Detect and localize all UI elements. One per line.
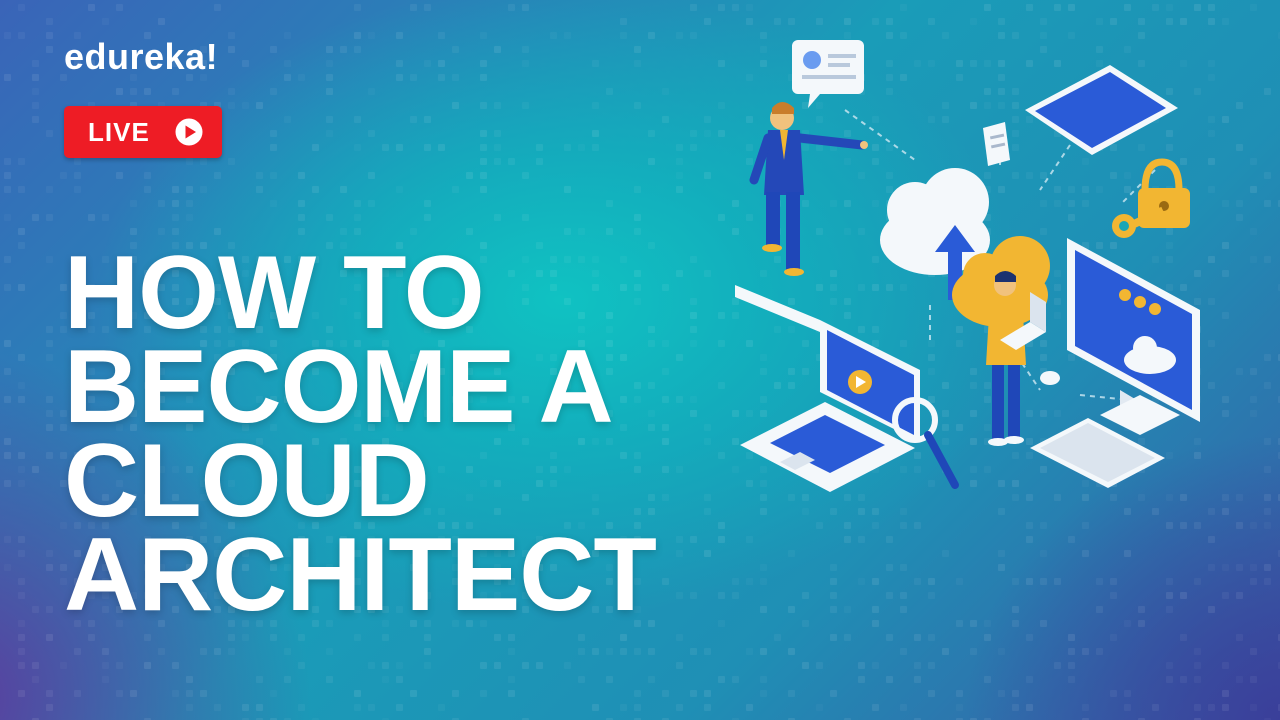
play-circle-icon — [175, 118, 203, 146]
video-title: HOW TO BECOME A CLOUD ARCHITECT — [64, 235, 657, 633]
title-line: HOW TO — [64, 235, 485, 351]
desktop-monitor-icon — [1067, 238, 1200, 435]
brand-logo: edureka! — [64, 36, 219, 77]
title-line: ARCHITECT — [64, 517, 657, 633]
live-badge[interactable]: LIVE — [64, 106, 222, 158]
person-pointing-icon — [749, 102, 868, 276]
title-line: BECOME A — [64, 329, 614, 445]
speech-bubble-icon — [792, 40, 864, 108]
tablet-icon — [1025, 65, 1178, 155]
document-icon — [983, 122, 1010, 166]
mouse-icon — [1040, 371, 1060, 385]
title-line: CLOUD — [64, 423, 430, 539]
cloud-illustration — [735, 40, 1200, 492]
live-label: LIVE — [88, 116, 150, 147]
